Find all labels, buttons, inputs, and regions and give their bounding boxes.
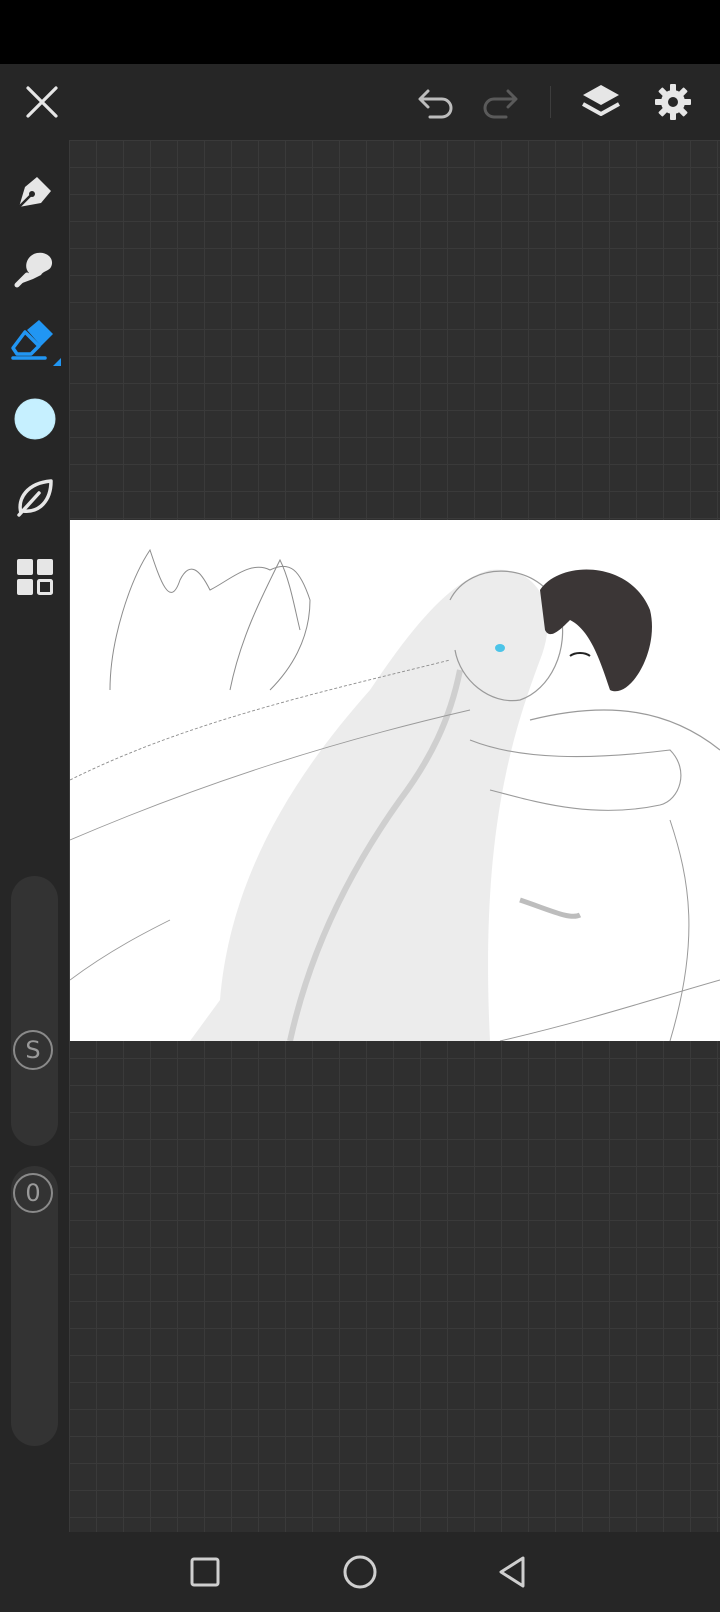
top-toolbar xyxy=(0,64,720,140)
redo-icon xyxy=(483,89,518,119)
close-icon xyxy=(26,86,58,118)
layers-button[interactable] xyxy=(577,78,625,126)
color-picker-button[interactable] xyxy=(8,392,62,446)
grid-icon xyxy=(17,559,53,595)
status-bar xyxy=(0,0,720,64)
opacity-indicator: 0 xyxy=(13,1173,53,1213)
back-button[interactable] xyxy=(490,1550,534,1594)
eraser-icon xyxy=(11,320,61,366)
color-swatch xyxy=(14,398,56,440)
brush-size-slider[interactable] xyxy=(11,876,58,1146)
size-indicator: S xyxy=(13,1030,53,1070)
sketch-artwork xyxy=(70,548,720,1041)
brush-library-button[interactable] xyxy=(8,470,62,524)
tool-sidebar: S 0 xyxy=(0,140,69,1532)
undo-icon xyxy=(418,89,453,119)
eraser-tool-button[interactable] xyxy=(8,316,62,370)
settings-button[interactable] xyxy=(649,78,697,126)
undo-button[interactable] xyxy=(412,78,460,126)
toolbar-divider xyxy=(550,86,551,118)
home-button[interactable] xyxy=(338,1550,382,1594)
circle-icon xyxy=(343,1555,377,1589)
pen-icon xyxy=(18,177,51,208)
layers-icon xyxy=(582,85,620,116)
smudge-tool-button[interactable] xyxy=(8,240,62,294)
square-icon xyxy=(190,1557,220,1587)
menu-grid-button[interactable] xyxy=(8,550,62,604)
smudge-icon xyxy=(14,252,53,288)
system-nav-bar xyxy=(0,1532,720,1612)
gear-icon xyxy=(655,84,691,120)
pen-tool-button[interactable] xyxy=(8,164,62,218)
close-button[interactable] xyxy=(18,78,66,126)
redo-button[interactable] xyxy=(476,78,524,126)
triangle-back-icon xyxy=(499,1556,525,1588)
recents-button[interactable] xyxy=(183,1550,227,1594)
leaf-icon xyxy=(17,479,53,517)
drawing-canvas[interactable] xyxy=(70,520,720,1041)
